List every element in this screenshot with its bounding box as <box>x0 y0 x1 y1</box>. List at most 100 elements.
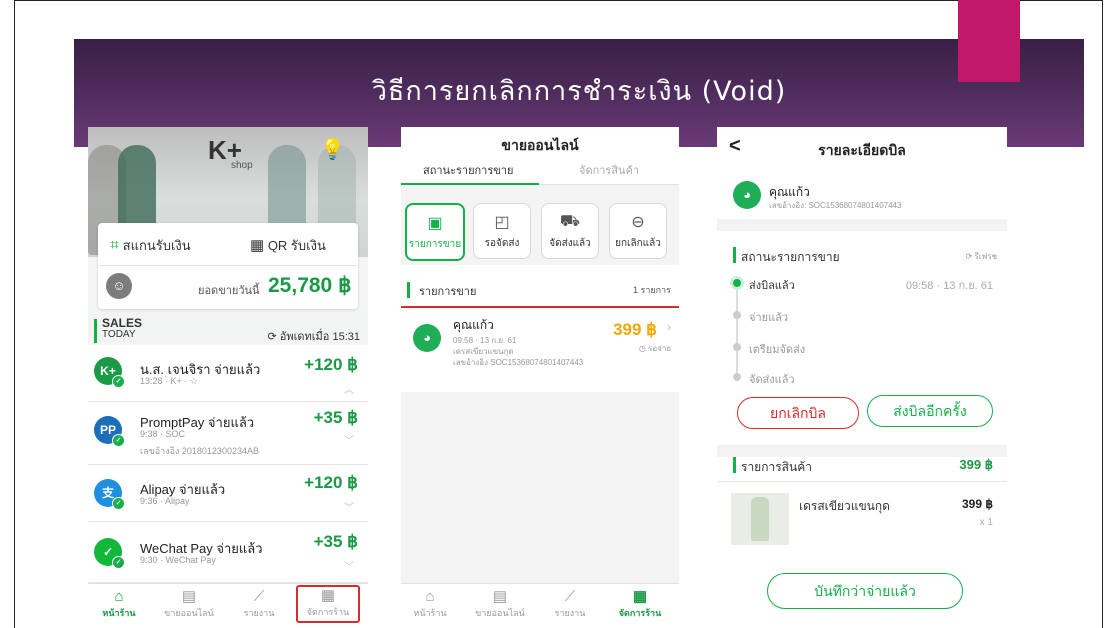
tab-manage-products[interactable]: จัดการสินค้า <box>579 161 639 179</box>
nav-report[interactable]: ⟋ รายงาน <box>232 588 286 620</box>
timeline-time: 09:58 · 13 ก.ย. 61 <box>905 280 993 292</box>
item-name: เดรสเขียวแขนกุด <box>799 499 890 513</box>
avatar[interactable]: ☺ <box>106 273 132 299</box>
order-ref: เลขอ้างอิง SOC15368074801407443 <box>453 358 584 367</box>
online-sales-icon: ▤ <box>492 588 508 605</box>
order-customer: คุณแก้ว <box>453 318 494 332</box>
nav-home[interactable]: ⌂ หน้าร้าน <box>403 588 457 620</box>
status-shipped-button[interactable]: ⛟ จัดส่งแล้ว <box>541 203 599 259</box>
store-icon: ▦ <box>632 588 648 605</box>
accent-block <box>958 0 1020 82</box>
list-count: 1 รายการ <box>632 285 671 295</box>
kplus-logo-sub: shop <box>231 160 253 171</box>
timeline-dot-active <box>733 279 741 287</box>
alipay-icon: 支 ✓ <box>94 479 125 510</box>
section-accent-bar <box>733 457 736 473</box>
qr-icon: ▦ <box>250 237 265 254</box>
order-amount: 399 ฿ <box>613 320 657 339</box>
section-gap <box>717 219 1007 231</box>
timeline-dot <box>733 343 741 351</box>
cancel-bill-button[interactable]: ยกเลิกบิล <box>737 397 859 429</box>
section-accent-bar <box>733 247 736 263</box>
page-title: รายละเอียดบิล <box>818 142 906 158</box>
refresh-icon: ⟳ <box>267 331 277 343</box>
minus-circle-icon: ⊖ <box>631 214 645 231</box>
updated-time[interactable]: ⟳ อัพเดทเมื่อ 15:31 <box>268 327 361 345</box>
transaction-amount: +35 ฿ <box>313 532 358 551</box>
kplus-icon: K+ ✓ <box>94 357 125 388</box>
status-waiting-ship-button[interactable]: ◰ รอจัดส่ง <box>473 203 531 259</box>
dress-icon <box>751 497 769 541</box>
phone-home-screen: K+ shop 💡 ⌗ สแกนรับเงิน ▦ QR รับเงิน ☺ ย… <box>88 127 368 624</box>
items-total: 399 ฿ <box>959 457 993 472</box>
qr-receive-button[interactable]: ▦ QR รับเงิน <box>250 235 326 256</box>
sales-label: SALES <box>102 316 143 330</box>
nav-online-sales[interactable]: ▤ ขายออนไลน์ <box>473 588 527 620</box>
bottom-nav: ⌂ หน้าร้าน ▤ ขายออนไลน์ ⟋ รายงาน ▦ จัดการร้า… <box>88 583 368 624</box>
page-title: ขายออนไลน์ <box>501 137 579 153</box>
product-image <box>731 493 789 545</box>
customer-section: ◕ คุณแก้ว เลขอ้างอิง: SOC153680748014074… <box>717 169 1007 219</box>
phone-bill-detail-screen: < รายละเอียดบิล ◕ คุณแก้ว เลขอ้างอิง: SO… <box>717 127 1007 624</box>
today-label: TODAY <box>102 329 136 340</box>
item-price: 399 ฿ <box>962 497 993 511</box>
scan-receive-button[interactable]: ⌗ สแกนรับเงิน <box>110 235 191 256</box>
nav-online-sales[interactable]: ▤ ขายออนไลน์ <box>162 588 216 620</box>
lightbulb-icon[interactable]: 💡 <box>320 137 345 162</box>
nav-manage-shop[interactable]: ▦ จัดการร้าน <box>613 588 667 620</box>
section-accent-bar <box>407 282 410 298</box>
nav-manage-shop[interactable]: ▦ จัดการร้าน <box>296 585 360 623</box>
chevron-down-icon[interactable]: ﹀ <box>344 499 354 514</box>
order-row[interactable]: ◕ คุณแก้ว 09:58 · 13 ก.ย. 61 เดรสเขียวแข… <box>401 306 679 394</box>
receipt-icon: ▣ <box>427 215 443 232</box>
items-header: รายการสินค้า <box>741 460 812 474</box>
status-filter-bar: ▣ รายการขาย ◰ รอจัดส่ง ⛟ จัดส่งแล้ว ⊖ ยกเลิก… <box>401 185 679 265</box>
refresh-button[interactable]: ⟳ รีเฟรช <box>966 250 997 263</box>
nav-home[interactable]: ⌂ หน้าร้าน <box>92 588 146 620</box>
transaction-row[interactable]: K+ ✓ น.ส. เจนจิรา จ่ายแล้ว 13:28 · K+ · ☆… <box>88 345 368 402</box>
chevron-up-icon[interactable]: ︿ <box>344 381 354 396</box>
phone-online-sales-screen: ขายออนไลน์ สถานะรายการขาย จัดการสินค้า ▣… <box>401 127 679 624</box>
transaction-row[interactable]: PP ✓ PromptPay จ่ายแล้ว 9:38 · SOC เลขอ้า… <box>88 402 368 465</box>
sales-today-header: SALES TODAY ⟳ อัพเดทเมื่อ 15:31 <box>88 313 368 343</box>
chevron-right-icon[interactable]: › <box>667 320 671 334</box>
item-qty: x 1 <box>979 517 993 528</box>
transaction-meta: 13:28 · K+ · ☆ <box>140 376 198 386</box>
status-cancelled-button[interactable]: ⊖ ยกเลิกแล้ว <box>609 203 667 259</box>
transaction-meta: 9:30 · WeChat Pay <box>140 555 216 565</box>
store-icon: ▦ <box>320 587 336 604</box>
resend-bill-button[interactable]: ส่งบิลอีกครั้ง <box>867 395 993 427</box>
transaction-meta: 9:38 · SOC <box>140 429 186 439</box>
customer-avatar-icon: ◕ <box>413 324 441 352</box>
box-icon: ◰ <box>494 214 510 231</box>
transaction-meta: 9:36 · Alipay <box>140 496 190 506</box>
chevron-down-icon[interactable]: ﹀ <box>344 432 354 447</box>
list-header-label: รายการขาย <box>419 286 477 298</box>
home-icon: ⌂ <box>425 588 435 605</box>
transaction-ref: เลขอ้างอิง 2018012300234AB <box>140 446 259 456</box>
tab-sales-status[interactable]: สถานะรายการขาย <box>423 161 513 179</box>
timeline-label: ส่งบิลแล้ว <box>749 280 795 292</box>
chevron-down-icon[interactable]: ﹀ <box>344 558 354 573</box>
timeline-label: เตรียมจัดส่ง <box>749 344 806 356</box>
timeline-dot <box>733 373 741 381</box>
nav-report[interactable]: ⟋ รายงาน <box>543 588 597 620</box>
divider <box>98 265 358 266</box>
status-sales-list-button[interactable]: ▣ รายการขาย <box>405 203 465 261</box>
updated-label: อัพเดทเมื่อ 15:31 <box>279 331 360 343</box>
status-header: สถานะรายการขาย <box>741 250 840 264</box>
check-icon: ✓ <box>112 497 125 510</box>
transaction-row[interactable]: ✓ ✓ WeChat Pay จ่ายแล้ว 9:30 · WeChat Pay… <box>88 522 368 583</box>
transaction-amount: +120 ฿ <box>304 355 358 374</box>
wechat-pay-icon: ✓ ✓ <box>94 538 125 569</box>
check-icon: ✓ <box>112 375 125 388</box>
chart-icon: ⟋ <box>253 588 265 605</box>
list-empty-area <box>401 392 679 584</box>
qr-label: QR รับเงิน <box>267 238 326 253</box>
chart-icon: ⟋ <box>564 588 576 605</box>
transaction-row[interactable]: 支 ✓ Alipay จ่ายแล้ว 9:36 · Alipay +120 ฿ … <box>88 465 368 522</box>
bottom-nav: ⌂ หน้าร้าน ▤ ขายออนไลน์ ⟋ รายงาน ▦ จัดการร้า… <box>401 583 679 624</box>
mark-paid-button[interactable]: บันทึกว่าจ่ายแล้ว <box>767 573 963 609</box>
transaction-amount: +120 ฿ <box>304 473 358 492</box>
check-icon: ✓ <box>112 434 125 447</box>
